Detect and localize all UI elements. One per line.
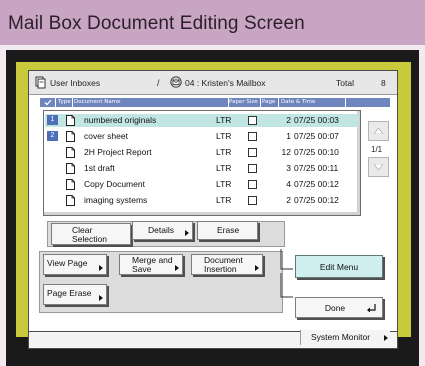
document-name: numbered originals (84, 115, 157, 125)
paper-orientation-icon (248, 132, 257, 141)
mailbox-header: User Inboxes / 04 : Kristen's Mailbox To… (29, 71, 397, 95)
paper-orientation-icon (248, 148, 257, 157)
document-icon (66, 131, 75, 142)
mailbox-name: 04 : Kristen's Mailbox (185, 78, 266, 88)
page-count: 4 (286, 179, 291, 189)
page-count: 1 (286, 131, 291, 141)
done-button[interactable]: Done (295, 297, 383, 318)
list-item[interactable]: imaging systems LTR 2 07/25 00:12 (45, 194, 359, 207)
submenu-arrow-icon (255, 265, 259, 271)
column-paper-size: Paper Size (229, 99, 258, 105)
date-time: 07/25 00:11 (294, 163, 339, 173)
checkmark-icon (44, 99, 52, 106)
document-list: 1 numbered originals LTR 2 07/25 00:03 2… (43, 110, 361, 216)
list-item[interactable]: Copy Document LTR 4 07/25 00:12 (45, 178, 359, 191)
column-type: Type (58, 99, 71, 105)
paper-size: LTR (216, 163, 232, 173)
document-insertion-button[interactable]: Document Insertion (191, 254, 263, 275)
page-title: Mail Box Document Editing Screen (8, 13, 305, 34)
selection-number-badge: 1 (47, 115, 58, 125)
enter-icon (367, 304, 376, 312)
document-name: Copy Document (84, 179, 145, 189)
column-pages: Page (262, 99, 276, 105)
column-document-name: Document Name (74, 99, 121, 105)
paper-orientation-icon (248, 196, 257, 205)
column-divider (55, 98, 56, 107)
triangle-down-icon (374, 164, 383, 170)
date-time: 07/25 00:07 (294, 131, 339, 141)
document-icon (66, 163, 75, 174)
view-page-button[interactable]: View Page (43, 254, 107, 275)
selection-number-badge: 2 (47, 131, 58, 141)
touch-screen: User Inboxes / 04 : Kristen's Mailbox To… (28, 70, 398, 332)
submenu-arrow-icon (99, 295, 103, 301)
page-indicator: 1/1 (371, 145, 383, 154)
merge-and-save-button[interactable]: Merge and Save (119, 254, 183, 275)
paper-orientation-icon (248, 164, 257, 173)
details-button[interactable]: Details (132, 221, 193, 240)
date-time: 07/25 00:12 (294, 179, 339, 189)
document-name: cover sheet (84, 131, 128, 141)
submenu-arrow-icon (175, 265, 179, 271)
list-item[interactable]: 2H Project Report LTR 12 07/25 00:10 (45, 146, 359, 159)
document-name: 1st draft (84, 163, 115, 173)
paper-orientation-icon (248, 180, 257, 189)
document-icon (66, 147, 75, 158)
submenu-arrow-icon (384, 335, 388, 341)
date-time: 07/25 00:12 (294, 195, 339, 205)
submenu-arrow-icon (185, 230, 189, 236)
document-name: 2H Project Report (84, 147, 152, 157)
breadcrumb-separator: / (157, 78, 160, 88)
document-name: imaging systems (84, 195, 148, 205)
clear-selection-button[interactable]: Clear Selection (51, 223, 131, 245)
page-count: 12 (281, 147, 291, 157)
page-count: 2 (286, 115, 291, 125)
paper-size: LTR (216, 115, 232, 125)
page-count: 2 (286, 195, 291, 205)
date-time: 07/25 00:03 (294, 115, 339, 125)
total-count: 8 (381, 78, 386, 88)
paper-size: LTR (216, 131, 232, 141)
system-monitor-button[interactable]: System Monitor (300, 330, 390, 345)
list-item[interactable]: 1 numbered originals LTR 2 07/25 00:03 (45, 114, 359, 127)
user-inboxes-label[interactable]: User Inboxes (50, 78, 100, 88)
list-item[interactable]: 1st draft LTR 3 07/25 00:11 (45, 162, 359, 175)
column-divider (72, 98, 73, 107)
document-icon (66, 115, 75, 126)
column-header-bar: Type Document Name Paper Size Page Date … (40, 98, 390, 107)
page-erase-button[interactable]: Page Erase (43, 284, 107, 305)
column-date-time: Date & Time (281, 99, 316, 105)
paper-orientation-icon (248, 116, 257, 125)
paper-size: LTR (216, 147, 232, 157)
column-divider (278, 98, 279, 107)
paper-size: LTR (216, 195, 232, 205)
document-icon (66, 179, 75, 190)
title-banner: Mail Box Document Editing Screen (0, 0, 425, 45)
scroll-up-button[interactable] (368, 121, 389, 141)
edit-menu-button[interactable]: Edit Menu (295, 255, 383, 278)
mailbox-icon (170, 76, 182, 88)
paper-size: LTR (216, 179, 232, 189)
erase-button[interactable]: Erase (197, 221, 258, 240)
document-icon (66, 195, 75, 206)
inbox-icon (35, 76, 46, 89)
submenu-arrow-icon (99, 265, 103, 271)
date-time: 07/25 00:10 (294, 147, 339, 157)
triangle-up-icon (374, 128, 383, 134)
list-item[interactable]: 2 cover sheet LTR 1 07/25 00:07 (45, 130, 359, 143)
column-divider (345, 98, 346, 107)
total-label: Total (336, 78, 354, 88)
column-divider (260, 98, 261, 107)
scroll-down-button[interactable] (368, 157, 389, 177)
page-count: 3 (286, 163, 291, 173)
